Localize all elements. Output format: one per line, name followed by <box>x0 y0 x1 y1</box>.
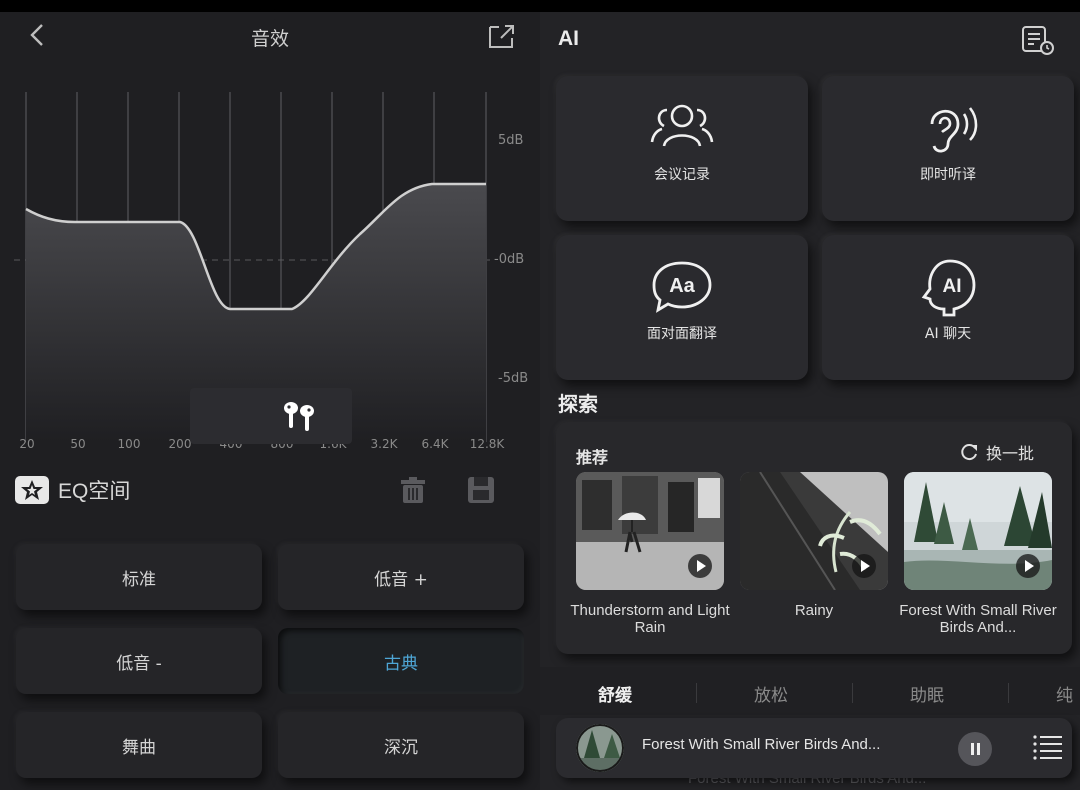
sound-effects-panel: 音效 5dB -0dB -5dB 20 50 100 200 400 800 1… <box>0 12 540 790</box>
freq-label: 12.8K <box>469 437 505 451</box>
now-playing-title: Forest With Small River Birds And... <box>642 736 881 753</box>
db-label-mid: -0dB <box>494 252 525 267</box>
refresh-batch-label: 换一批 <box>986 444 1035 463</box>
preset-deep-button[interactable]: 深沉 <box>278 712 524 778</box>
tab-soothing[interactable]: 舒缓 <box>598 681 632 706</box>
live-translate-label: 即时听译 <box>920 167 976 183</box>
recommend-title: 推荐 <box>576 448 609 467</box>
ai-chat-label: AI 聊天 <box>924 326 972 342</box>
ai-head-icon: AI <box>921 259 976 317</box>
recommend-card: 推荐 换一批 Thunderstorm and Light Rain Rainy… <box>556 422 1072 654</box>
freq-label: 6.4K <box>421 437 449 451</box>
forest-artwork-icon <box>576 724 624 772</box>
face-to-face-translate-card[interactable]: Aa 面对面翻译 <box>556 235 808 380</box>
preset-bass-reduce-button[interactable]: 低音 - <box>16 628 262 694</box>
live-translate-card[interactable]: 即时听译 <box>822 76 1074 221</box>
tab-relax[interactable]: 放松 <box>754 681 788 706</box>
ai-panel: AI 会议记录 即时听译 Aa 面对面翻译 AI AI 聊天 探索 推荐 换一批… <box>540 12 1080 790</box>
preset-bass-boost-button[interactable]: 低音 + <box>278 544 524 610</box>
now-playing-bar[interactable]: Forest With Small River Birds And... <box>556 718 1072 778</box>
play-button[interactable] <box>1016 554 1040 578</box>
top-black-bar <box>0 0 1080 12</box>
sound-title: Rainy <box>794 602 834 619</box>
db-label-top: 5dB <box>498 133 524 148</box>
sound-thumbnail-rainy[interactable] <box>740 472 888 590</box>
face-to-face-translate-label: 面对面翻译 <box>647 326 717 342</box>
eq-space-label: EQ空间 <box>58 480 131 503</box>
tab-pure[interactable]: 纯 <box>1056 681 1073 706</box>
play-button[interactable] <box>688 554 712 578</box>
sound-thumbnail-thunderstorm[interactable] <box>576 472 724 590</box>
sound-thumbnail-forest-river[interactable] <box>904 472 1052 590</box>
tab-divider <box>1008 683 1009 703</box>
earbuds-popup <box>190 388 352 444</box>
trash-icon[interactable] <box>398 475 428 505</box>
sound-effects-header: 音效 <box>0 12 540 62</box>
preset-standard-button[interactable]: 标准 <box>16 544 262 610</box>
tab-divider <box>852 683 853 703</box>
freq-label: 3.2K <box>370 437 398 451</box>
refresh-icon <box>961 444 977 461</box>
preset-dance-button[interactable]: 舞曲 <box>16 712 262 778</box>
now-playing-artwork <box>576 724 624 772</box>
save-icon[interactable] <box>466 475 496 505</box>
freq-label: 50 <box>70 437 86 451</box>
freq-label: 20 <box>19 437 35 451</box>
ai-title: AI <box>558 27 579 50</box>
db-label-bottom: -5dB <box>498 371 529 386</box>
playlist-icon[interactable] <box>1032 732 1064 762</box>
eq-space-row[interactable]: EQ空间 <box>14 474 130 506</box>
explore-heading: 探索 <box>558 392 598 416</box>
ear-sound-icon <box>930 107 978 153</box>
freq-label: 100 <box>117 437 141 451</box>
play-button[interactable] <box>852 554 876 578</box>
svg-text:AI: AI <box>943 276 962 297</box>
sound-title: Thunderstorm and Light Rain <box>570 602 730 636</box>
preset-classical-button[interactable]: 古典 <box>278 628 524 694</box>
pause-button[interactable] <box>958 732 992 766</box>
sound-title: Forest With Small River Birds And... <box>899 602 1057 636</box>
people-group-icon <box>650 104 714 147</box>
tab-divider <box>696 683 697 703</box>
refresh-batch-button[interactable]: 换一批 <box>958 438 1034 466</box>
svg-text:Aa: Aa <box>669 275 695 297</box>
share-export-icon[interactable] <box>486 22 516 50</box>
category-tabs: 舒缓 放松 助眠 纯 <box>540 667 1080 715</box>
star-badge-icon <box>15 476 49 504</box>
ai-chat-card[interactable]: AI AI 聊天 <box>822 235 1074 380</box>
page-title: 音效 <box>250 28 289 50</box>
earbuds-icon <box>284 402 314 431</box>
meeting-record-card[interactable]: 会议记录 <box>556 76 808 221</box>
tab-sleep[interactable]: 助眠 <box>910 681 944 706</box>
history-document-icon[interactable] <box>1020 24 1056 56</box>
aa-speech-bubble-icon: Aa <box>652 261 712 313</box>
meeting-record-label: 会议记录 <box>654 167 710 183</box>
